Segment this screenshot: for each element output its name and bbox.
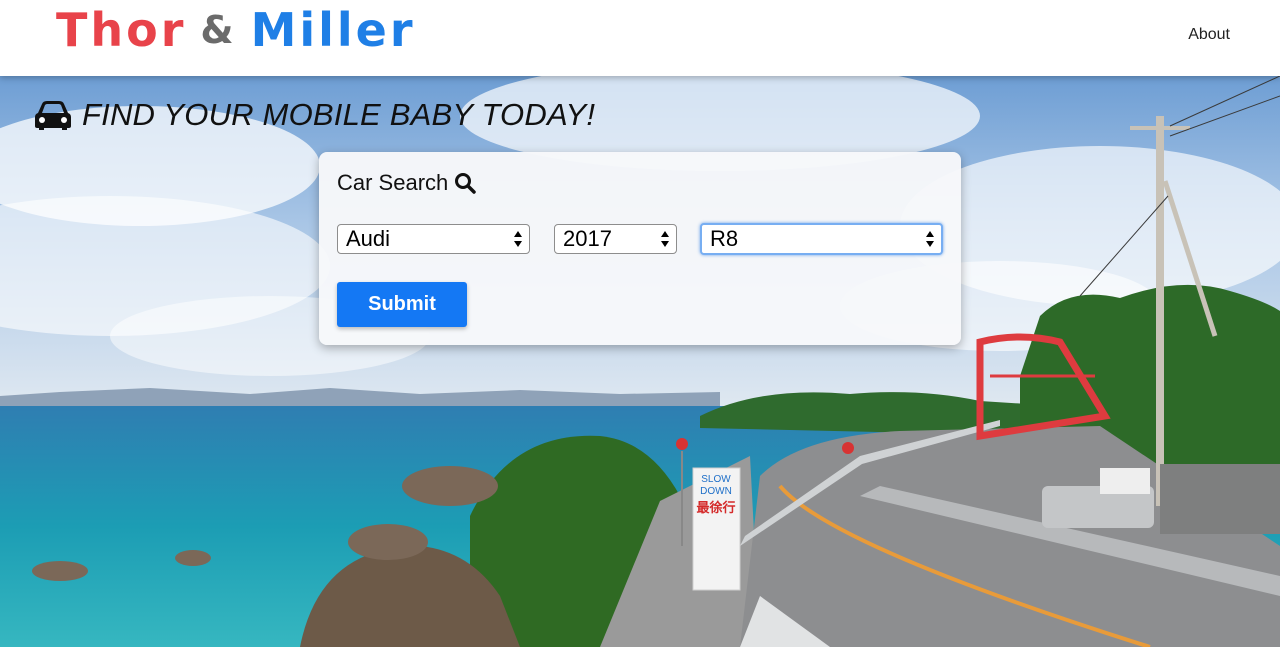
sign-slow: SLOW [701,474,731,485]
select-arrows-icon [926,231,934,247]
nav-about-link[interactable]: About [1188,26,1230,44]
model-select[interactable]: R8 [700,223,943,255]
make-select[interactable]: Audi [337,224,530,254]
car-search-label: Car Search [337,170,449,195]
year-select[interactable]: 2017 [554,224,677,254]
submit-button[interactable]: Submit [337,282,467,327]
sign-down: DOWN [700,486,732,497]
sign-kanji: 最徐行 [696,500,735,516]
search-icon [455,173,477,194]
logo-word-miller: Miller [250,3,416,57]
select-arrows-icon [661,231,669,247]
hero-tagline: FIND YOUR MOBILE BABY TODAY! [34,97,595,133]
car-search-title: Car Search [337,170,477,196]
select-arrows-icon [514,231,522,247]
brand-logo[interactable]: Thor & Miller [56,3,416,57]
logo-word-thor: Thor [56,3,187,57]
make-select-value: Audi [346,226,391,251]
tagline-text: FIND YOUR MOBILE BABY TODAY! [82,97,596,132]
car-icon [35,101,71,130]
top-navbar: Thor & Miller About [0,0,1280,76]
car-search-card: Car Search Audi 2017 R8 Submit [319,152,961,345]
logo-ampersand: & [200,8,237,52]
year-select-value: 2017 [563,226,612,251]
model-select-value: R8 [710,226,739,251]
